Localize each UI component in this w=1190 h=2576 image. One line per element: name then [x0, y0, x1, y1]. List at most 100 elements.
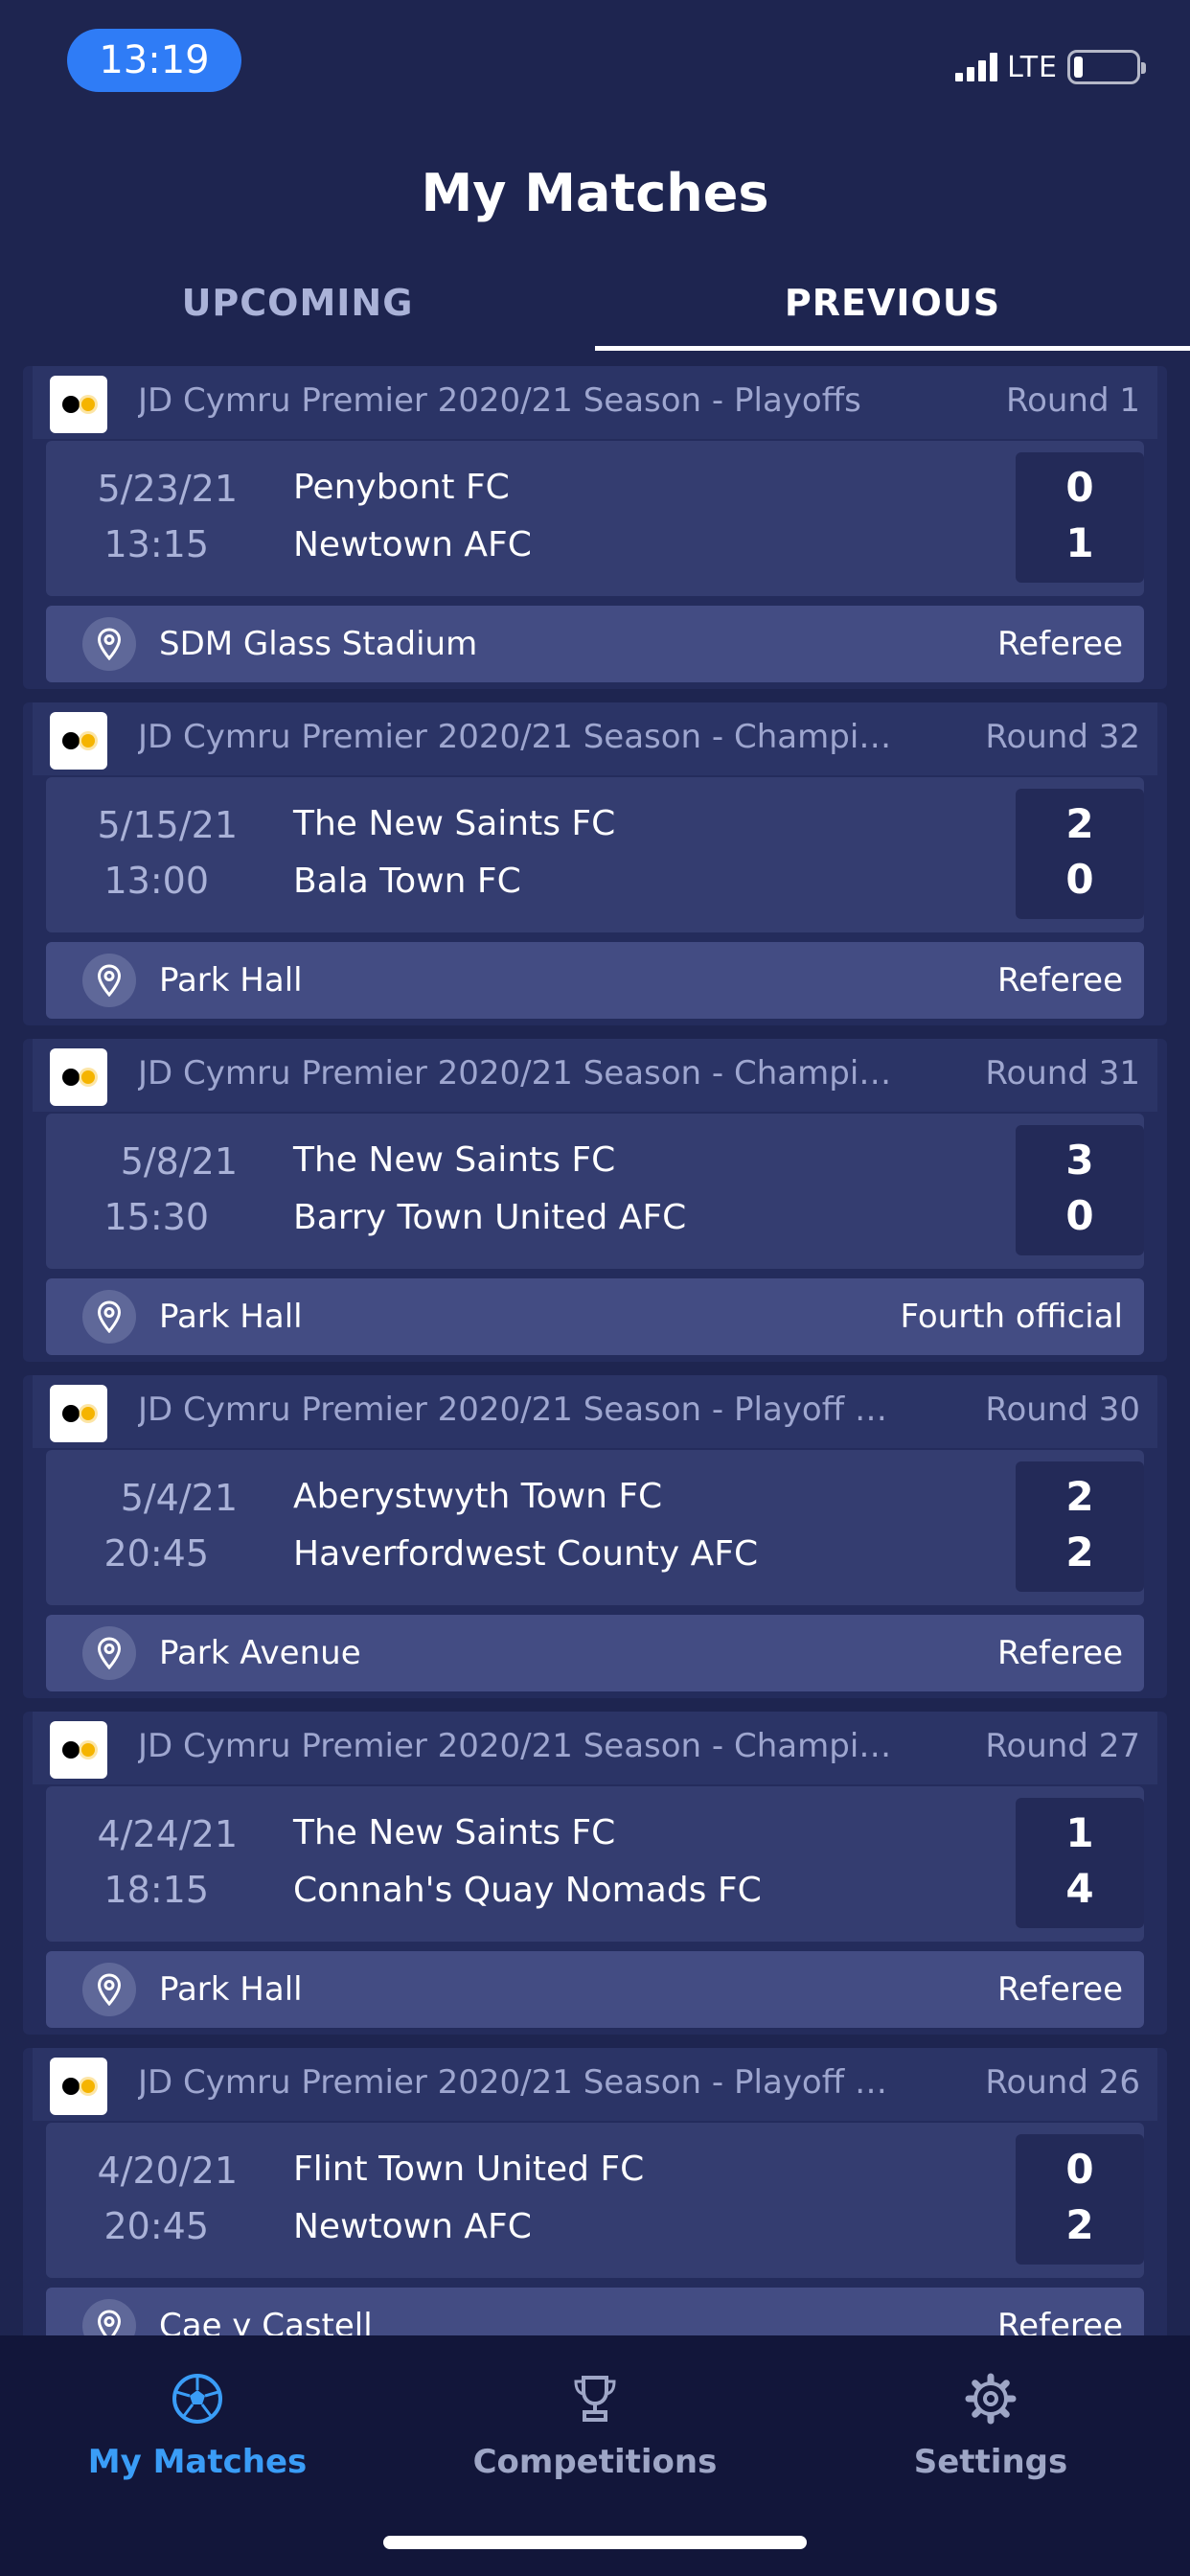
away-team: Barry Town United AFC [293, 1198, 687, 1237]
score-box: 3 0 [1016, 1125, 1144, 1255]
match-date: 4/24/21 [97, 1813, 239, 1855]
league-logo [50, 2058, 107, 2115]
app-screen: 13:19 LTE My Matches UPCOMING PREVIOUS J… [0, 0, 1190, 2576]
match-details: 4/24/21 18:15 The New Saints FC Connah's… [46, 1786, 1144, 1942]
home-team: The New Saints FC [293, 1813, 616, 1852]
away-team: Newtown AFC [293, 525, 532, 564]
home-indicator[interactable] [383, 2536, 807, 2549]
away-team: Connah's Quay Nomads FC [293, 1871, 762, 1910]
status-time: 13:19 [67, 29, 241, 92]
venue-row: Park Hall Fourth official [46, 1278, 1144, 1355]
card-header: JD Cymru Premier 2020/21 Season - Champi… [33, 702, 1157, 775]
match-details: 4/20/21 20:45 Flint Town United FC Newto… [46, 2123, 1144, 2278]
match-card[interactable]: JD Cymru Premier 2020/21 Season - Champi… [23, 702, 1167, 1025]
venue-name: Park Hall [159, 1298, 303, 1336]
match-time: 13:00 [103, 860, 209, 902]
venue-name: Cae y Castell [159, 2307, 373, 2335]
venue-name: Park Avenue [159, 1634, 361, 1672]
away-score: 0 [1065, 1192, 1094, 1239]
status-bar: 13:19 LTE [0, 0, 1190, 115]
match-time: 20:45 [103, 1532, 209, 1575]
home-score: 2 [1065, 800, 1094, 847]
home-team: Penybont FC [293, 468, 510, 507]
official-role: Referee [997, 1970, 1123, 2009]
competition-name: JD Cymru Premier 2020/21 Season - Champi… [138, 1727, 904, 1765]
location-pin-icon [82, 2299, 136, 2335]
location-pin-icon [82, 1290, 136, 1344]
nav-competitions[interactable]: Competitions [442, 2368, 748, 2481]
venue-name: SDM Glass Stadium [159, 625, 478, 663]
tab-previous[interactable]: PREVIOUS [595, 268, 1190, 351]
match-card[interactable]: JD Cymru Premier 2020/21 Season - Playof… [23, 366, 1167, 689]
league-logo [50, 712, 107, 770]
battery-icon [1067, 50, 1146, 84]
score-box: 1 4 [1016, 1798, 1144, 1928]
trophy-icon [442, 2368, 748, 2429]
score-box: 0 2 [1016, 2134, 1144, 2265]
match-date: 5/15/21 [97, 804, 239, 846]
official-role: Fourth official [900, 1298, 1123, 1336]
tab-upcoming[interactable]: UPCOMING [0, 268, 595, 351]
away-score: 2 [1065, 1529, 1094, 1576]
match-details: 5/8/21 15:30 The New Saints FC Barry Tow… [46, 1114, 1144, 1269]
league-logo [50, 1385, 107, 1442]
competition-name: JD Cymru Premier 2020/21 Season - Playof… [138, 381, 861, 420]
round-label: Round 30 [985, 1391, 1140, 1429]
match-card[interactable]: JD Cymru Premier 2020/21 Season - Champi… [23, 1712, 1167, 2035]
league-logo [50, 376, 107, 433]
away-score: 1 [1065, 519, 1094, 566]
competition-name: JD Cymru Premier 2020/21 Season - Playof… [138, 2063, 904, 2102]
soccer-ball-icon [44, 2368, 351, 2429]
venue-name: Park Hall [159, 961, 303, 1000]
match-list[interactable]: JD Cymru Premier 2020/21 Season - Playof… [23, 366, 1167, 2335]
location-pin-icon [82, 1626, 136, 1680]
away-score: 0 [1065, 856, 1094, 903]
home-score: 2 [1065, 1473, 1094, 1520]
location-pin-icon [82, 1963, 136, 2016]
round-label: Round 27 [985, 1727, 1140, 1765]
competition-name: JD Cymru Premier 2020/21 Season - Playof… [138, 1391, 904, 1429]
nav-label: My Matches [87, 2443, 308, 2481]
match-card[interactable]: JD Cymru Premier 2020/21 Season - Playof… [23, 1375, 1167, 1698]
home-score: 1 [1065, 1809, 1094, 1856]
card-header: JD Cymru Premier 2020/21 Season - Playof… [33, 366, 1157, 439]
venue-row: Park Avenue Referee [46, 1615, 1144, 1691]
score-box: 0 1 [1016, 452, 1144, 583]
round-label: Round 31 [985, 1054, 1140, 1092]
match-date: 4/20/21 [97, 2150, 239, 2192]
card-header: JD Cymru Premier 2020/21 Season - Playof… [33, 2048, 1157, 2121]
card-header: JD Cymru Premier 2020/21 Season - Playof… [33, 1375, 1157, 1448]
network-label: LTE [1007, 50, 1058, 84]
nav-settings[interactable]: Settings [837, 2368, 1144, 2481]
match-details: 5/4/21 20:45 Aberystwyth Town FC Haverfo… [46, 1450, 1144, 1605]
venue-row: Park Hall Referee [46, 942, 1144, 1019]
home-team: Aberystwyth Town FC [293, 1477, 663, 1516]
official-role: Referee [997, 625, 1123, 663]
venue-name: Park Hall [159, 1970, 303, 2009]
away-score: 2 [1065, 2201, 1094, 2248]
home-team: The New Saints FC [293, 804, 616, 843]
location-pin-icon [82, 954, 136, 1007]
venue-row: SDM Glass Stadium Referee [46, 606, 1144, 682]
match-card[interactable]: JD Cymru Premier 2020/21 Season - Champi… [23, 1039, 1167, 1362]
status-icons: LTE [955, 50, 1146, 84]
signal-icon [955, 53, 998, 81]
official-role: Referee [997, 2307, 1123, 2335]
round-label: Round 1 [1005, 381, 1140, 420]
match-details: 5/23/21 13:15 Penybont FC Newtown AFC 0 … [46, 441, 1144, 596]
home-team: Flint Town United FC [293, 2150, 645, 2189]
tab-bar: UPCOMING PREVIOUS [0, 268, 1190, 351]
match-card[interactable]: JD Cymru Premier 2020/21 Season - Playof… [23, 2048, 1167, 2335]
location-pin-icon [82, 617, 136, 671]
league-logo [50, 1721, 107, 1779]
home-score: 0 [1065, 2146, 1094, 2193]
match-details: 5/15/21 13:00 The New Saints FC Bala Tow… [46, 777, 1144, 932]
nav-label: Settings [913, 2443, 1068, 2481]
competition-name: JD Cymru Premier 2020/21 Season - Champi… [138, 718, 904, 756]
page-title: My Matches [421, 163, 769, 223]
match-time: 15:30 [103, 1196, 209, 1238]
match-date: 5/23/21 [97, 468, 239, 510]
official-role: Referee [997, 961, 1123, 1000]
match-time: 18:15 [103, 1869, 209, 1911]
nav-my-matches[interactable]: My Matches [44, 2368, 351, 2481]
